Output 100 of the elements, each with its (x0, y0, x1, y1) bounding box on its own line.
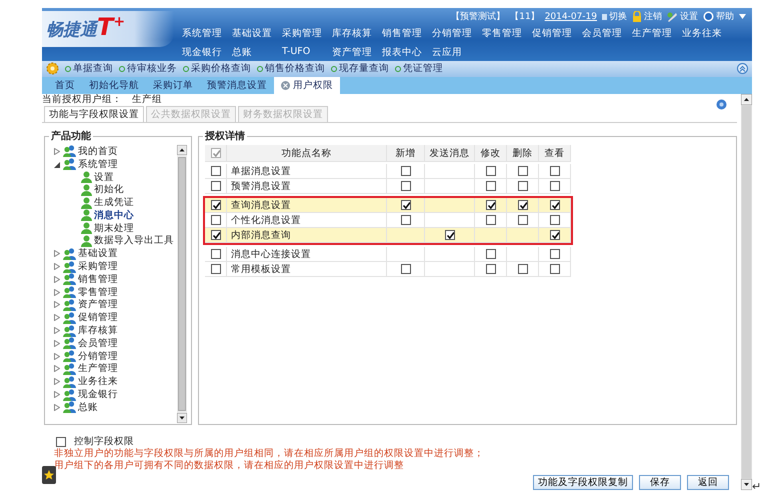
quick-link[interactable]: 现存量查询 (331, 62, 389, 76)
menu-item[interactable]: 基础设置 (232, 27, 282, 40)
permission-checkbox[interactable] (486, 166, 496, 176)
tree-item[interactable]: 现金银行 (78, 388, 118, 402)
switch-link[interactable]: 切换 (602, 10, 627, 23)
row-checkbox[interactable] (210, 230, 220, 240)
tree-item[interactable]: 零售管理 (78, 286, 118, 299)
help-link[interactable]: 帮助 (703, 10, 734, 23)
menu-item[interactable]: 零售管理 (482, 27, 532, 40)
scrollbar[interactable] (741, 94, 752, 490)
menu-item[interactable]: 会员管理 (582, 27, 632, 40)
help-icon[interactable] (716, 99, 727, 110)
action-button[interactable]: 保存 (639, 475, 681, 490)
tree-item[interactable]: 数据导入导出工具 (94, 234, 174, 248)
action-button[interactable]: 功能及字段权限复制 (533, 475, 633, 490)
row-checkbox[interactable] (210, 249, 220, 259)
row-checkbox[interactable] (210, 215, 220, 225)
permission-checkbox[interactable] (400, 264, 410, 274)
permission-checkbox[interactable] (550, 181, 560, 191)
permission-checkbox[interactable] (400, 166, 410, 176)
permission-checkbox[interactable] (486, 181, 496, 191)
row-checkbox[interactable] (210, 166, 220, 176)
gear-icon[interactable] (46, 62, 59, 76)
menu-item[interactable]: 云应用 (432, 46, 482, 59)
tree-item[interactable]: 系统管理 (78, 158, 118, 171)
permission-checkbox[interactable] (518, 215, 528, 225)
field-control-checkbox[interactable] (56, 436, 66, 446)
menu-item[interactable]: 分销管理 (432, 27, 482, 40)
permission-checkbox[interactable] (550, 249, 560, 259)
quick-link[interactable]: 凭证管理 (395, 62, 443, 76)
menu-item[interactable]: 库存核算 (332, 27, 382, 40)
scroll-up-icon[interactable] (741, 94, 752, 105)
tree-item[interactable]: 生成凭证 (94, 196, 134, 210)
dropdown-caret-icon[interactable] (739, 14, 746, 19)
tab[interactable]: 预警消息设置 (200, 77, 274, 94)
tree-item[interactable]: 我的首页 (78, 144, 118, 158)
date-link[interactable]: 2014-07-19 (544, 12, 597, 22)
tree-item[interactable]: 总账 (78, 400, 98, 414)
tab[interactable]: 用户权限 (274, 77, 340, 94)
menu-item[interactable]: T-UFO (282, 46, 332, 59)
permission-checkbox[interactable] (518, 264, 528, 274)
collapse-icon[interactable] (737, 63, 748, 74)
permission-checkbox[interactable] (400, 215, 410, 225)
tree-item[interactable]: 库存核算 (78, 324, 118, 338)
sub-tab[interactable]: 功能与字段权限设置 (44, 106, 144, 122)
row-checkbox[interactable] (210, 200, 220, 210)
permission-checkbox[interactable] (550, 166, 560, 176)
tree-item[interactable]: 分销管理 (78, 350, 118, 363)
menu-item[interactable]: 现金银行 (182, 46, 232, 59)
tab[interactable]: 初始化导航 (82, 77, 146, 94)
scroll-down-icon[interactable] (177, 413, 187, 423)
tree-item[interactable]: 销售管理 (78, 272, 118, 286)
permission-checkbox[interactable] (486, 215, 496, 225)
permission-checkbox[interactable] (518, 166, 528, 176)
tree-item[interactable]: 消息中心 (94, 208, 134, 222)
lock-link[interactable]: 注销 (632, 10, 662, 23)
menu-item[interactable]: 促销管理 (532, 27, 582, 40)
tree-item[interactable]: 资产管理 (78, 298, 118, 312)
permission-checkbox[interactable] (518, 200, 528, 210)
scroll-down-icon[interactable] (741, 479, 752, 490)
tree-item[interactable]: 会员管理 (78, 336, 118, 350)
tree-item[interactable]: 促销管理 (78, 311, 118, 324)
quick-link[interactable]: 采购价格查询 (183, 62, 251, 76)
tab[interactable]: 采购订单 (146, 77, 200, 94)
scrollbar[interactable] (177, 145, 187, 423)
menu-item[interactable]: 总账 (232, 46, 282, 59)
tree-item[interactable]: 业务往来 (78, 375, 118, 388)
menu-item[interactable]: 业务往来 (682, 27, 732, 40)
tree-item[interactable]: 采购管理 (78, 260, 118, 274)
tree-item[interactable]: 设置 (94, 170, 114, 184)
permission-checkbox[interactable] (550, 215, 560, 225)
quick-link[interactable]: 单据查询 (65, 62, 113, 76)
scroll-up-icon[interactable] (177, 145, 187, 155)
permission-checkbox[interactable] (550, 264, 560, 274)
permission-checkbox[interactable] (486, 264, 496, 274)
tree-item[interactable]: 生产管理 (78, 362, 118, 376)
menu-item[interactable]: 报表中心 (382, 46, 432, 59)
permission-checkbox[interactable] (400, 200, 410, 210)
select-all-checkbox[interactable] (210, 148, 220, 158)
quick-link[interactable]: 销售价格查询 (257, 62, 325, 76)
permission-checkbox[interactable] (518, 181, 528, 191)
permission-checkbox[interactable] (444, 230, 454, 240)
settings-link[interactable]: 设置 (667, 10, 698, 23)
permission-checkbox[interactable] (486, 200, 496, 210)
quick-link[interactable]: 待审核业务 (119, 62, 177, 76)
tree-item[interactable]: 初始化 (94, 183, 124, 196)
menu-item[interactable]: 系统管理 (182, 27, 232, 40)
menu-item[interactable]: 生产管理 (632, 27, 682, 40)
permission-checkbox[interactable] (486, 249, 496, 259)
permission-checkbox[interactable] (550, 230, 560, 240)
permission-checkbox[interactable] (550, 200, 560, 210)
action-button[interactable]: 返回 (687, 475, 729, 490)
tree-item[interactable]: 期末处理 (94, 222, 134, 235)
expander-icon[interactable] (54, 160, 60, 168)
row-checkbox[interactable] (210, 181, 220, 191)
permission-checkbox[interactable] (400, 181, 410, 191)
tab[interactable]: 首页 (48, 77, 82, 94)
row-checkbox[interactable] (210, 264, 220, 274)
menu-item[interactable]: 采购管理 (282, 27, 332, 40)
menu-item[interactable]: 销售管理 (382, 27, 432, 40)
